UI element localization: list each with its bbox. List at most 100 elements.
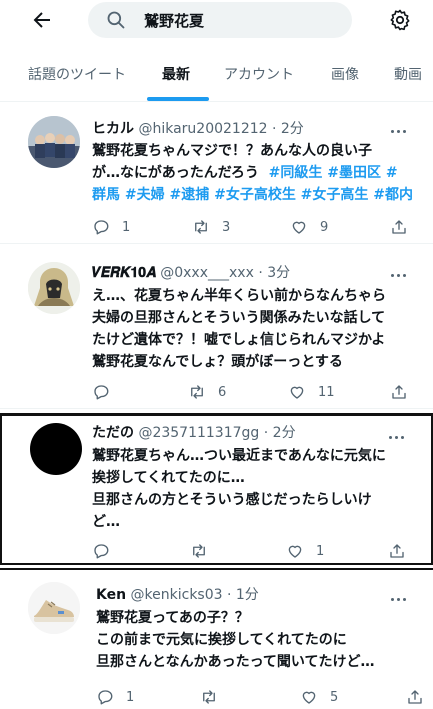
display-name[interactable]: Ken	[96, 587, 126, 603]
tweet-text-line: え…、花夏ちゃん半年くらい前からなんちゃら	[92, 288, 386, 304]
gear-icon[interactable]	[388, 8, 412, 32]
share-button[interactable]	[390, 216, 408, 238]
active-tab-indicator	[147, 97, 209, 101]
top-bar: 鷲野花夏	[0, 0, 433, 44]
tweet-actions: 1	[92, 540, 433, 562]
back-arrow-icon[interactable]	[30, 8, 54, 32]
reply-icon	[94, 385, 109, 400]
retweet-button[interactable]: 3	[192, 216, 230, 238]
tweet-text-line: 挨拶してくれてたのに…	[92, 470, 245, 486]
reply-count: 1	[126, 689, 135, 705]
tweet-text-line: ど…	[92, 514, 120, 530]
reply-count: 1	[122, 219, 131, 235]
retweet-count: 3	[222, 219, 231, 235]
avatar[interactable]	[28, 582, 80, 634]
tweet-text-line: 夫婦の旦那さんとそういう関係みたいな話して	[92, 310, 386, 326]
search-query[interactable]: 鷲野花夏	[144, 10, 204, 31]
heart-icon	[302, 691, 316, 704]
retweet-button[interactable]	[190, 540, 220, 562]
display-name[interactable]: ヒカル	[92, 121, 134, 137]
avatar[interactable]	[28, 262, 80, 314]
avatar[interactable]	[30, 423, 82, 475]
tweet-header: ただの @2357111317gg · 2分	[92, 422, 296, 442]
tweet-text-line: が…なにがあったんだろう #同級生 #墨田区 #	[92, 162, 413, 184]
tweet-header: 𝑽𝑬𝑹𝑲𝟏𝟎𝑨 @0xxx___xxx · 3分	[92, 262, 290, 282]
search-box[interactable]: 鷲野花夏	[88, 2, 352, 38]
avatar[interactable]	[28, 116, 80, 168]
timestamp[interactable]: · 2分	[264, 425, 296, 441]
tab-latest[interactable]: 最新	[162, 64, 190, 84]
more-options-icon[interactable]	[391, 118, 411, 133]
handle[interactable]: @kenkicks03	[131, 587, 223, 603]
like-button[interactable]: 5	[300, 686, 338, 708]
hashtags[interactable]: 群馬 #夫婦 #逮捕 #女子高校生 #女子高生 #都内	[92, 184, 413, 206]
like-button[interactable]: 1	[286, 540, 324, 562]
tweet[interactable]: 𝑽𝑬𝑹𝑲𝟏𝟎𝑨 @0xxx___xxx · 3分 え…、花夏ちゃん半年くらい前か…	[0, 252, 433, 409]
tweet-text-line: 鷲野花夏ちゃん…つい最近まであんなに元気に	[92, 448, 386, 464]
like-count: 9	[320, 219, 329, 235]
group-photo-avatar-icon	[28, 116, 80, 168]
tweet-text-fragment: が…なにがあったんだろう	[92, 165, 259, 181]
more-options-icon[interactable]	[389, 424, 409, 439]
timestamp[interactable]: · 1分	[227, 587, 259, 603]
like-button[interactable]: 11	[288, 381, 335, 403]
tab-videos[interactable]: 動画	[394, 64, 422, 84]
tab-top[interactable]: 話題のツイート	[28, 64, 126, 84]
tweet-actions: 1 3 9	[92, 216, 433, 238]
share-icon	[392, 385, 406, 399]
tweet-header: Ken @kenkicks03 · 1分	[96, 584, 259, 604]
reply-button[interactable]: 1	[92, 216, 130, 238]
tweet-text: 鷲野花夏ってあの子？？ この前まで元気に挨拶してくれてたのに 旦那さんとなんかあ…	[96, 607, 374, 673]
retweet-icon	[193, 544, 205, 558]
heart-icon	[290, 386, 304, 399]
share-button[interactable]	[406, 686, 424, 708]
tweet-text-line: 鷲野花夏ちゃんマジで！？あんな人の良い子	[92, 143, 372, 159]
display-name[interactable]: 𝑽𝑬𝑹𝑲𝟏𝟎𝑨	[92, 265, 156, 281]
heart-icon	[292, 221, 306, 234]
tab-photos[interactable]: 画像	[331, 64, 359, 84]
tweet[interactable]: ただの @2357111317gg · 2分 鷲野花夏ちゃん…つい最近まであんな…	[0, 413, 433, 565]
tweet[interactable]: Ken @kenkicks03 · 1分 鷲野花夏ってあの子？？ この前まで元気…	[0, 568, 433, 709]
tweet-text-line: 旦那さんとなんかあったって聞いてたけど…	[96, 654, 375, 670]
share-icon	[408, 690, 422, 704]
tab-accounts[interactable]: アカウント	[224, 64, 294, 84]
tweet-actions: 1 5	[96, 686, 433, 708]
share-icon	[390, 544, 404, 558]
handle[interactable]: @hikaru20021212	[138, 121, 267, 137]
like-count: 5	[330, 689, 339, 705]
like-button[interactable]: 9	[290, 216, 328, 238]
retweet-button[interactable]: 6	[188, 381, 226, 403]
retweet-count: 6	[218, 384, 227, 400]
reply-button[interactable]	[92, 381, 122, 403]
tweet-text-line: たけど遺体で？！嘘でしょ信じられんマジかよ	[92, 332, 386, 348]
tweet-text: 鷲野花夏ちゃん…つい最近まであんなに元気に 挨拶してくれてたのに… 旦那さんの方…	[92, 445, 386, 533]
more-options-icon[interactable]	[391, 586, 411, 601]
display-name[interactable]: ただの	[92, 425, 134, 441]
share-icon	[392, 220, 406, 234]
reply-icon	[94, 544, 109, 559]
tweet-header: ヒカル @hikaru20021212 · 2分	[92, 118, 304, 138]
timestamp[interactable]: · 3分	[258, 265, 290, 281]
hashtags[interactable]: #同級生 #墨田区 #	[269, 165, 398, 181]
reply-icon	[94, 220, 109, 235]
share-button[interactable]	[390, 381, 408, 403]
illustration-avatar-icon	[28, 262, 80, 314]
handle[interactable]: @0xxx___xxx	[160, 265, 254, 281]
retweet-button[interactable]	[200, 686, 230, 708]
handle[interactable]: @2357111317gg	[138, 425, 259, 441]
reply-button[interactable]	[92, 540, 122, 562]
tweet[interactable]: ヒカル @hikaru20021212 · 2分 鷲野花夏ちゃんマジで！？あんな…	[0, 108, 433, 244]
retweet-icon	[195, 220, 207, 234]
heart-icon	[288, 545, 302, 558]
more-options-icon[interactable]	[391, 262, 411, 277]
share-button[interactable]	[388, 540, 406, 562]
tweet-text: え…、花夏ちゃん半年くらい前からなんちゃら 夫婦の旦那さんとそういう関係みたいな…	[92, 285, 386, 373]
tweet-text-line: 旦那さんの方とそういう感じだったらしいけ	[92, 492, 372, 508]
sneaker-avatar-icon	[28, 582, 80, 634]
tweet-text: 鷲野花夏ちゃんマジで！？あんな人の良い子 が…なにがあったんだろう #同級生 #…	[92, 140, 413, 206]
timestamp[interactable]: · 2分	[272, 121, 304, 137]
reply-button[interactable]: 1	[96, 686, 134, 708]
tweet-actions: 6 11	[92, 381, 433, 403]
like-count: 1	[316, 543, 325, 559]
reply-icon	[98, 690, 113, 705]
